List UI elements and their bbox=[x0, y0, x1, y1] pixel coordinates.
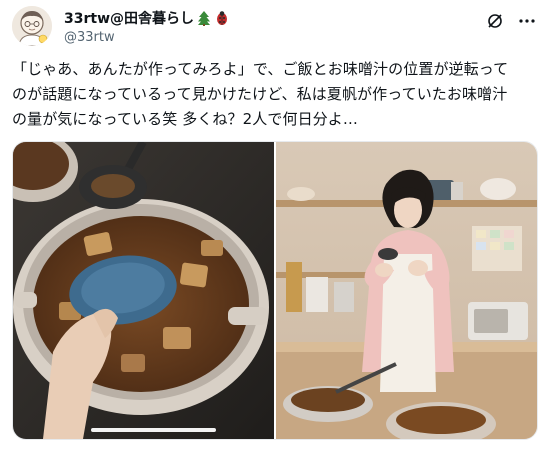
grok-icon[interactable] bbox=[486, 12, 504, 30]
media-image-left[interactable] bbox=[13, 142, 274, 439]
tweet-text: 「じゃあ、あんたが作ってみろよ」で、ご飯とお味噌汁の位置が逆転って のが話題にな… bbox=[12, 60, 509, 128]
tweet-actions-top bbox=[486, 12, 536, 30]
more-options-icon[interactable] bbox=[518, 12, 536, 30]
tree-emoji-icon bbox=[196, 10, 212, 26]
display-name[interactable]: 33rtw@田舎暮らし bbox=[64, 8, 194, 28]
user-handle[interactable]: @33rtw bbox=[64, 30, 230, 45]
tweet-card: 33rtw@田舎暮らし @33rtw 「じゃあ、あんたが作ってみろよ」で、ご飯と… bbox=[0, 0, 548, 450]
media-image-right[interactable] bbox=[276, 142, 537, 439]
media-grid bbox=[12, 141, 538, 440]
author-block: 33rtw@田舎暮らし @33rtw bbox=[64, 8, 230, 45]
video-progress-bar[interactable] bbox=[91, 428, 216, 432]
bug-emoji-icon bbox=[214, 10, 230, 26]
avatar[interactable] bbox=[12, 6, 52, 46]
